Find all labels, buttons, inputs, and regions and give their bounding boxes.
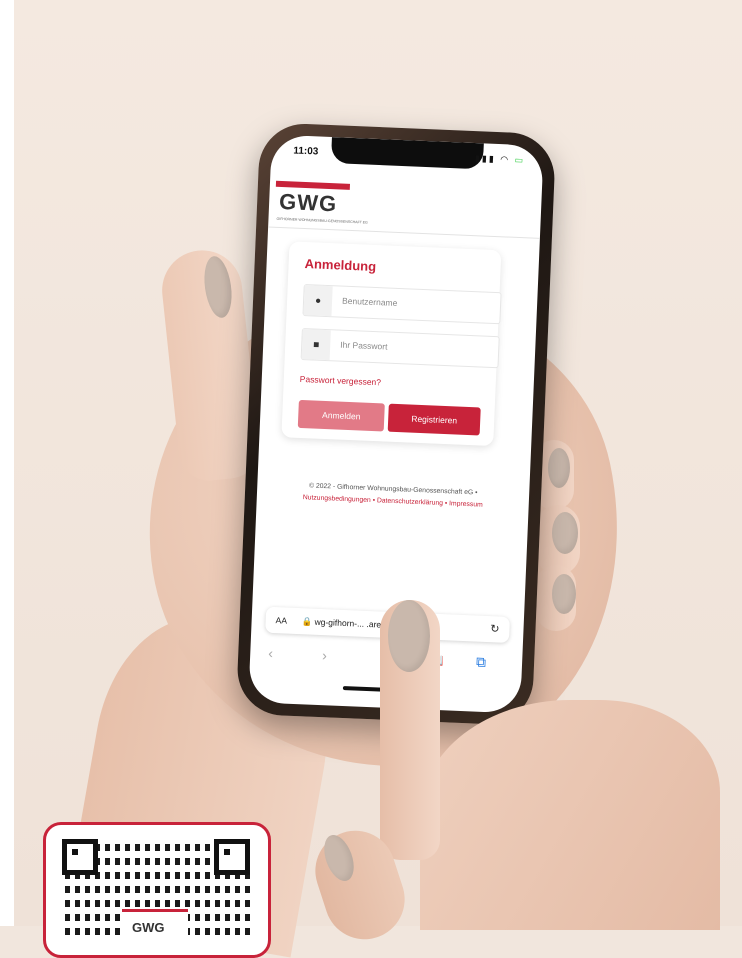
index-finger-nail: [388, 600, 430, 672]
qr-code-badge: GWG: [43, 822, 271, 958]
pointing-hand-arm: [420, 700, 720, 930]
left-strip: [0, 0, 14, 926]
password-placeholder: Ihr Passwort: [340, 339, 388, 352]
phone-notch: [330, 137, 484, 170]
username-placeholder: Benutzername: [341, 295, 398, 308]
login-button[interactable]: Anmelden: [297, 399, 385, 432]
login-title: Anmeldung: [304, 256, 377, 275]
finger-nail-2: [552, 512, 578, 554]
finger-nail-3: [552, 574, 576, 614]
register-button[interactable]: Registrieren: [387, 403, 481, 436]
brand-tagline: GIFHORNER WOHNUNGSBAU-GENOSSENSCHAFT EG: [276, 216, 368, 225]
qr-finder-top-left: [62, 839, 98, 875]
wifi-icon: ◠: [500, 154, 511, 165]
back-icon[interactable]: ‹: [268, 645, 273, 661]
qr-logo: GWG: [132, 920, 165, 935]
signal-icon: ▮▮▮: [474, 153, 496, 164]
text-size-button[interactable]: AA: [275, 615, 287, 625]
battery-icon: ▭: [514, 154, 526, 166]
lock-icon: ■: [301, 329, 331, 361]
tabs-icon[interactable]: ⧉: [476, 654, 487, 671]
login-card: Anmeldung ● Benutzername ■ Ihr Passwort …: [281, 241, 502, 447]
qr-logo-box: GWG: [122, 909, 188, 938]
forgot-password-link[interactable]: Passwort vergessen?: [300, 374, 382, 387]
username-field[interactable]: ● Benutzername: [302, 284, 502, 325]
header-divider: [268, 226, 540, 239]
password-field[interactable]: ■ Ihr Passwort: [300, 327, 500, 369]
status-time: 11:03: [293, 145, 319, 158]
forward-icon[interactable]: ›: [322, 647, 327, 663]
finger-nail-1: [548, 448, 570, 488]
reload-icon[interactable]: ↻: [490, 622, 500, 635]
qr-finder-top-right: [214, 839, 250, 875]
user-icon: ●: [303, 285, 333, 317]
brand-logo: GWG: [278, 188, 338, 217]
status-icons: ▮▮▮ ◠ ▭: [475, 153, 526, 166]
